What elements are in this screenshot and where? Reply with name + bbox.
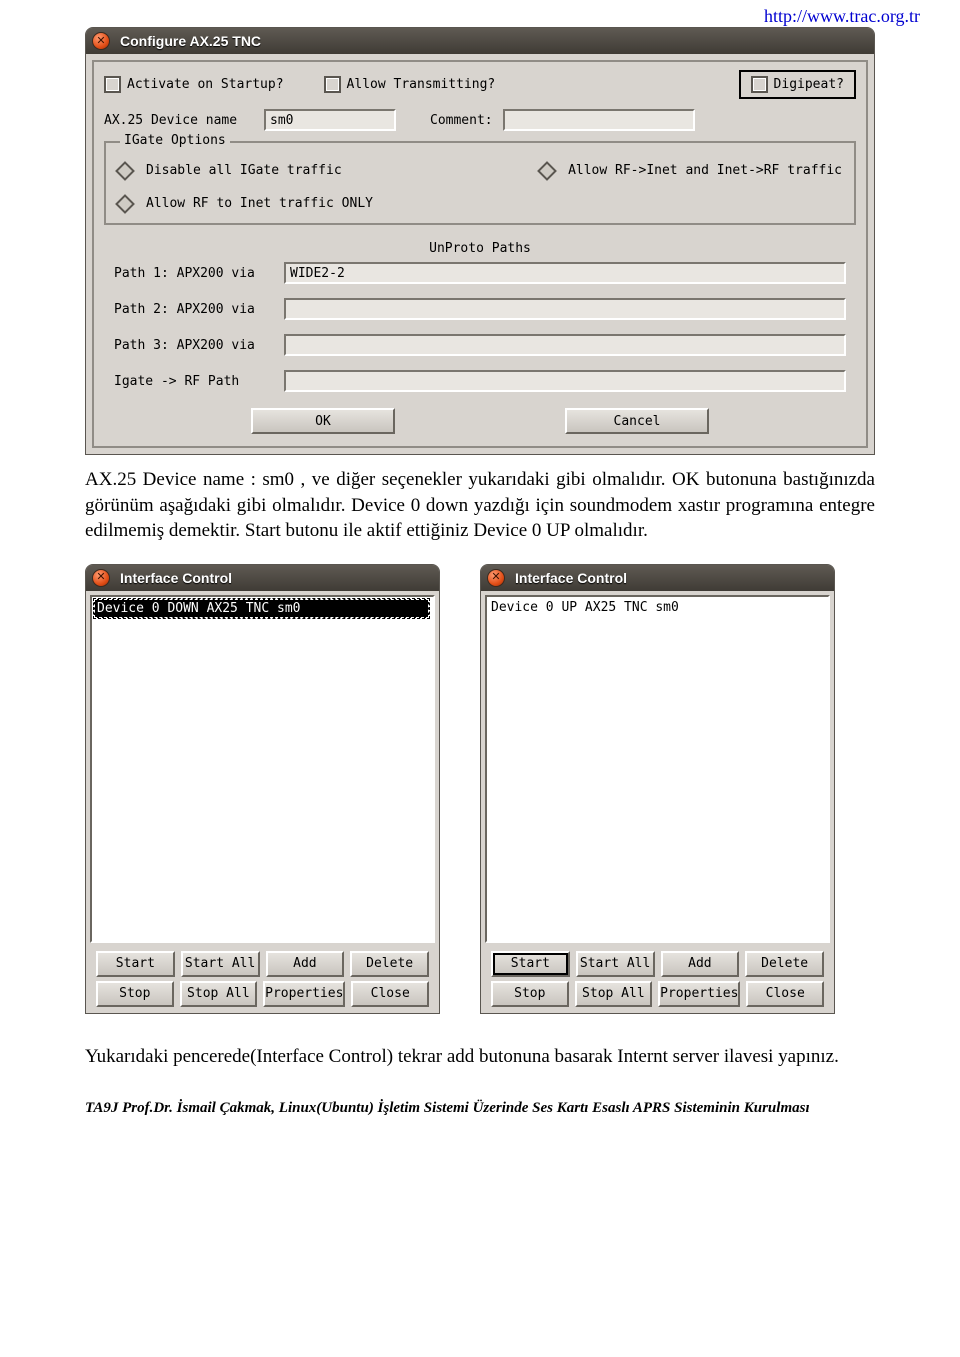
window-title: Interface Control xyxy=(120,570,232,586)
stop-button[interactable]: Stop xyxy=(491,981,569,1007)
close-icon[interactable]: ✕ xyxy=(92,32,110,50)
checkbox-icon xyxy=(104,76,121,93)
delete-button[interactable]: Delete xyxy=(745,951,824,977)
header-url: http://www.trac.org.tr xyxy=(0,0,960,27)
interface-control-left-window: ✕ Interface Control Device 0 DOWN AX25 T… xyxy=(85,564,440,1014)
device-name-label: AX.25 Device name xyxy=(104,113,254,128)
unproto-header: UnProto Paths xyxy=(104,241,856,256)
comment-label: Comment: xyxy=(430,113,493,128)
path3-input[interactable] xyxy=(284,334,846,356)
cancel-button[interactable]: Cancel xyxy=(565,408,709,434)
path2-input[interactable] xyxy=(284,298,846,320)
device-item-up[interactable]: Device 0 UP AX25 TNC sm0 xyxy=(489,599,826,616)
igate-opt1-label: Disable all IGate traffic xyxy=(146,163,342,178)
body-paragraph-1: AX.25 Device name : sm0 , ve diğer seçen… xyxy=(0,455,960,564)
igate-rf-only-radio[interactable]: Allow RF to Inet traffic ONLY xyxy=(118,196,373,211)
properties-button[interactable]: Properties xyxy=(263,981,345,1007)
add-button[interactable]: Add xyxy=(266,951,345,977)
activate-on-startup-check[interactable]: Activate on Startup? xyxy=(104,76,284,93)
titlebar: ✕ Configure AX.25 TNC xyxy=(86,28,874,54)
device-list[interactable]: Device 0 DOWN AX25 TNC sm0 xyxy=(90,595,435,943)
igate-opt2-label: Allow RF->Inet and Inet->RF traffic xyxy=(568,163,842,178)
radio-icon xyxy=(537,161,557,181)
path2-label: Path 2: APX200 via xyxy=(114,302,284,317)
device-list[interactable]: Device 0 UP AX25 TNC sm0 xyxy=(485,595,830,943)
window-title: Configure AX.25 TNC xyxy=(120,33,261,49)
allow-transmitting-check[interactable]: Allow Transmitting? xyxy=(324,76,496,93)
igate-rf-path-input[interactable] xyxy=(284,370,846,392)
igate-disable-radio[interactable]: Disable all IGate traffic xyxy=(118,163,342,178)
igate-legend: IGate Options xyxy=(120,133,230,148)
body-paragraph-2: Yukarıdaki pencerede(Interface Control) … xyxy=(0,1014,960,1090)
igate-opt3-label: Allow RF to Inet traffic ONLY xyxy=(146,196,373,211)
start-button[interactable]: Start xyxy=(491,951,570,977)
digipeat-check[interactable]: Digipeat? xyxy=(739,70,856,99)
window-title: Interface Control xyxy=(515,570,627,586)
delete-button[interactable]: Delete xyxy=(350,951,429,977)
configure-ax25-window: ✕ Configure AX.25 TNC Activate on Startu… xyxy=(85,27,875,455)
titlebar: ✕ Interface Control xyxy=(481,565,834,591)
igate-rf-path-label: Igate -> RF Path xyxy=(114,374,284,389)
path1-input[interactable]: WIDE2-2 xyxy=(284,262,846,284)
footer-credit: TA9J Prof.Dr. İsmail Çakmak, Linux(Ubunt… xyxy=(0,1090,960,1137)
path1-value: WIDE2-2 xyxy=(290,266,345,281)
radio-icon xyxy=(115,194,135,214)
stop-button[interactable]: Stop xyxy=(96,981,174,1007)
interface-control-right-window: ✕ Interface Control Device 0 UP AX25 TNC… xyxy=(480,564,835,1014)
igate-options-group: IGate Options Disable all IGate traffic … xyxy=(104,141,856,225)
add-button[interactable]: Add xyxy=(661,951,740,977)
path3-label: Path 3: APX200 via xyxy=(114,338,284,353)
start-button[interactable]: Start xyxy=(96,951,175,977)
start-all-button[interactable]: Start All xyxy=(181,951,260,977)
stop-all-button[interactable]: Stop All xyxy=(180,981,258,1007)
checkbox-icon xyxy=(751,76,768,93)
activate-label: Activate on Startup? xyxy=(127,77,284,92)
device-item-down[interactable]: Device 0 DOWN AX25 TNC sm0 xyxy=(94,599,429,618)
comment-input[interactable] xyxy=(503,109,695,131)
start-all-button[interactable]: Start All xyxy=(576,951,655,977)
checkbox-icon xyxy=(324,76,341,93)
igate-allow-both-radio[interactable]: Allow RF->Inet and Inet->RF traffic xyxy=(540,163,842,178)
close-icon[interactable]: ✕ xyxy=(92,569,110,587)
device-name-value: sm0 xyxy=(270,113,293,128)
properties-button[interactable]: Properties xyxy=(658,981,740,1007)
close-button[interactable]: Close xyxy=(351,981,429,1007)
close-button[interactable]: Close xyxy=(746,981,824,1007)
stop-all-button[interactable]: Stop All xyxy=(575,981,653,1007)
titlebar: ✕ Interface Control xyxy=(86,565,439,591)
path1-label: Path 1: APX200 via xyxy=(114,266,284,281)
device-name-input[interactable]: sm0 xyxy=(264,109,396,131)
digipeat-label: Digipeat? xyxy=(774,77,844,92)
close-icon[interactable]: ✕ xyxy=(487,569,505,587)
radio-icon xyxy=(115,161,135,181)
allow-tx-label: Allow Transmitting? xyxy=(347,77,496,92)
ok-button[interactable]: OK xyxy=(251,408,395,434)
